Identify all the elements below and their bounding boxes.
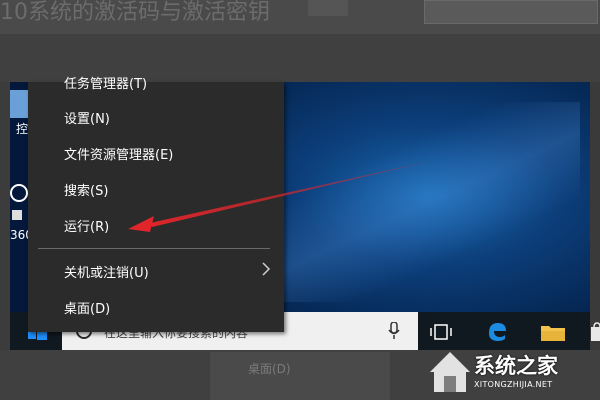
background-header: 10系统的激活码与激活密钥 xyxy=(0,0,600,34)
watermark-url: XITONGZHIJIA.NET xyxy=(474,380,553,389)
article-title: 10系统的激活码与激活密钥 xyxy=(0,0,270,25)
menu-item-settings[interactable]: 设置(N) xyxy=(64,108,110,127)
ghost-menu-label: 桌面(D) xyxy=(248,362,291,376)
chevron-right-icon xyxy=(262,262,271,276)
wallpaper-light-beam xyxy=(280,102,580,302)
menu-item-task-manager[interactable]: 任务管理器(T) xyxy=(64,73,147,92)
desktop-app-icon-small[interactable] xyxy=(12,210,22,220)
menu-separator xyxy=(38,248,270,249)
store-icon[interactable] xyxy=(590,322,600,342)
file-explorer-icon[interactable] xyxy=(540,322,566,342)
edge-browser-icon[interactable] xyxy=(486,320,508,342)
desktop-shortcut-label: 控 xyxy=(16,122,29,136)
menu-item-search[interactable]: 搜索(S) xyxy=(64,180,108,199)
header-button xyxy=(308,0,348,16)
menu-item-shutdown-signout[interactable]: 关机或注销(U) xyxy=(64,262,149,281)
microphone-icon[interactable] xyxy=(388,322,400,340)
task-view-icon[interactable] xyxy=(430,322,452,342)
site-search-box xyxy=(424,0,598,24)
menu-item-run[interactable]: 运行(R) xyxy=(64,216,109,235)
desktop-app-icon[interactable] xyxy=(10,184,28,202)
menu-item-file-explorer[interactable]: 文件资源管理器(E) xyxy=(64,144,173,163)
start-context-menu: 任务管理器(T) 设置(N) 文件资源管理器(E) 搜索(S) 运行(R) 关机… xyxy=(28,77,284,332)
desktop-shortcut-icon[interactable] xyxy=(10,90,28,118)
menu-item-desktop[interactable]: 桌面(D) xyxy=(64,298,110,317)
ghost-menu xyxy=(210,352,390,400)
watermark-brand: 系统之家 xyxy=(474,354,558,378)
